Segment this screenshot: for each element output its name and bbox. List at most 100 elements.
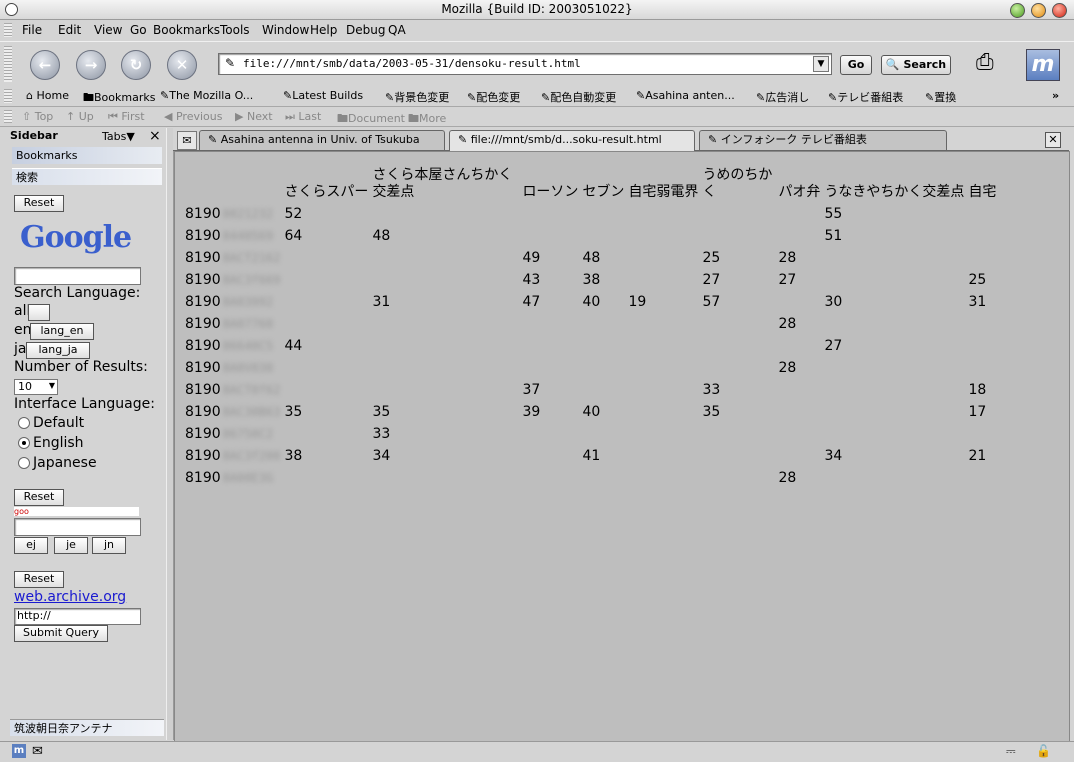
sidebar-close-button[interactable]: ×	[149, 128, 161, 144]
sidebar-splitter[interactable]	[166, 128, 174, 740]
menu-edit[interactable]: Edit	[58, 23, 81, 37]
menu-qa[interactable]: QA	[388, 23, 406, 37]
site-nav-document[interactable]: 🖿Document	[337, 110, 405, 129]
close-tab-button[interactable]: ✕	[1045, 132, 1061, 148]
goo-jn-button[interactable]: jn	[92, 537, 126, 554]
radio-english[interactable]: English	[18, 435, 84, 451]
lang-ja-button[interactable]: lang_ja	[26, 342, 90, 359]
goo-ej-button[interactable]: ej	[14, 537, 48, 554]
personalbar-grip[interactable]	[4, 89, 12, 103]
tab-tv-guide[interactable]: ✎ インフォシーク テレビ番組表	[699, 130, 947, 150]
menu-help[interactable]: Help	[310, 23, 337, 37]
go-button[interactable]: Go	[840, 55, 872, 75]
menu-bookmarks[interactable]: Bookmarks	[153, 23, 220, 37]
menu-tools[interactable]: Tools	[220, 23, 250, 37]
bookmark-latest-builds[interactable]: ✎Latest Builds	[283, 89, 363, 102]
bookmark-asahina[interactable]: ✎Asahina anten...	[636, 89, 735, 102]
mozilla-component-icon[interactable]: m	[12, 744, 26, 758]
number-results-select[interactable]: 10 ▼	[14, 379, 58, 395]
tab-densoku-result[interactable]: ✎ file:///mnt/smb/d...soku-result.html	[449, 130, 695, 151]
goo-reset-button[interactable]: Reset	[14, 489, 64, 506]
goo-je-button[interactable]: je	[54, 537, 88, 554]
lang-all-button[interactable]	[28, 304, 50, 321]
mozilla-throbber-icon[interactable]: m	[1026, 49, 1060, 81]
tab-asahina-antenna[interactable]: ✎ Asahina antenna in Univ. of Tsukuba	[199, 130, 445, 150]
site-nav-up[interactable]: ↑ Up	[66, 110, 94, 123]
sidebar-panel-bookmarks[interactable]: Bookmarks	[12, 147, 162, 164]
radio-japanese[interactable]: Japanese	[18, 455, 97, 471]
archive-url-input[interactable]: http://	[14, 608, 141, 625]
menu-debug[interactable]: Debug	[346, 23, 385, 37]
site-nav-last[interactable]: ⏭ Last	[285, 110, 321, 124]
print-icon[interactable]: ⎙	[976, 50, 1006, 76]
sitebar-grip[interactable]	[4, 110, 12, 123]
sidebar-tabs-menu[interactable]: Tabs▼	[102, 130, 135, 143]
bookmark-mozilla-org[interactable]: ✎The Mozilla O...	[160, 89, 253, 102]
menu-window[interactable]: Window	[262, 23, 309, 37]
reload-button[interactable]: ↻	[121, 50, 151, 80]
bookmark-replace[interactable]: ✎置換	[925, 89, 956, 105]
navbar-grip[interactable]	[4, 46, 12, 82]
submit-query-button[interactable]: Submit Query	[14, 625, 108, 642]
menu-go[interactable]: Go	[130, 23, 147, 37]
row-id: 8190	[185, 250, 221, 266]
personal-bar-overflow-button[interactable]: »	[1052, 89, 1059, 102]
archive-reset-button[interactable]: Reset	[14, 571, 64, 588]
sidebar-panel-search[interactable]: 検索	[12, 168, 162, 185]
status-bar: m ✉ ⎓ 🔓	[0, 741, 1074, 762]
table-cell	[626, 268, 700, 290]
back-button[interactable]: ←	[30, 50, 60, 80]
url-input[interactable]: file:///mnt/smb/data/2003-05-31/densoku-…	[243, 57, 581, 70]
tab-strip: ✉ ✎ Asahina antenna in Univ. of Tsukuba …	[173, 128, 1069, 151]
site-nav-top[interactable]: ⇧ Top	[22, 110, 53, 123]
bookmarks-folder[interactable]: 🖿Bookmarks	[83, 89, 155, 108]
url-bar[interactable]: ✎ file:///mnt/smb/data/2003-05-31/densok…	[218, 53, 832, 75]
tab-page-icon: ✎	[708, 133, 721, 146]
site-navigation-bar: ⇧ Top ↑ Up ⏮ First ◀ Previous ▶ Next ⏭ L…	[0, 107, 1074, 127]
forward-button[interactable]: →	[76, 50, 106, 80]
maximize-button[interactable]	[1031, 3, 1046, 18]
close-window-button[interactable]	[1052, 3, 1067, 18]
bookmark-colors[interactable]: ✎配色変更	[467, 89, 520, 105]
stop-button[interactable]: ✕	[167, 50, 197, 80]
online-status-icon[interactable]: ⎓	[1006, 744, 1016, 759]
google-search-input[interactable]	[14, 267, 141, 285]
new-tab-icon[interactable]: ✉	[177, 131, 197, 150]
goo-search-input[interactable]	[14, 518, 141, 536]
google-reset-button[interactable]: Reset	[14, 195, 64, 212]
bookmark-ad-remove[interactable]: ✎広告消し	[756, 89, 809, 105]
bookmark-home[interactable]: ⌂ Home	[26, 89, 69, 102]
mail-component-icon[interactable]: ✉	[32, 744, 43, 759]
table-cell	[282, 246, 370, 268]
row-id-masked: 8ACT0f62	[222, 383, 281, 397]
site-nav-first[interactable]: ⏮ First	[108, 110, 145, 124]
table-cell	[626, 246, 700, 268]
lang-en-button[interactable]: lang_en	[30, 323, 94, 340]
site-nav-previous[interactable]: ◀ Previous	[164, 110, 222, 123]
sidebar-panel-tsukuba-antenna[interactable]: 筑波朝日奈アンテナ	[10, 719, 164, 736]
menu-file[interactable]: File	[22, 23, 42, 37]
site-nav-next[interactable]: ▶ Next	[235, 110, 273, 123]
table-cell	[370, 356, 520, 378]
table-cell: 47	[522, 294, 541, 310]
minimize-button[interactable]	[1010, 3, 1025, 18]
radio-default[interactable]: Default	[18, 415, 84, 431]
archive-link[interactable]: web.archive.org	[14, 589, 126, 605]
row-id: 8190	[185, 360, 221, 376]
bookmark-label: 背景色変更	[394, 91, 450, 104]
row-id: 8190	[185, 206, 221, 222]
site-nav-more[interactable]: 🖿More	[408, 110, 446, 129]
url-dropdown-button[interactable]: ▼	[813, 56, 829, 72]
bookmark-tv-guide[interactable]: ✎テレビ番組表	[828, 89, 903, 105]
row-id: 8190	[185, 404, 221, 420]
menubar-grip[interactable]	[4, 23, 12, 37]
bookmark-bgcolor[interactable]: ✎背景色変更	[385, 89, 449, 105]
first-icon: ⏮	[108, 110, 118, 123]
bookmark-auto-colors[interactable]: ✎配色自動変更	[541, 89, 616, 105]
table-cell	[822, 422, 966, 444]
menu-view[interactable]: View	[94, 23, 122, 37]
table-cell	[966, 202, 998, 224]
goo-logo-text: goo	[14, 507, 29, 516]
search-button[interactable]: 🔍 Search	[881, 55, 951, 75]
table-cell: 40	[582, 404, 601, 420]
